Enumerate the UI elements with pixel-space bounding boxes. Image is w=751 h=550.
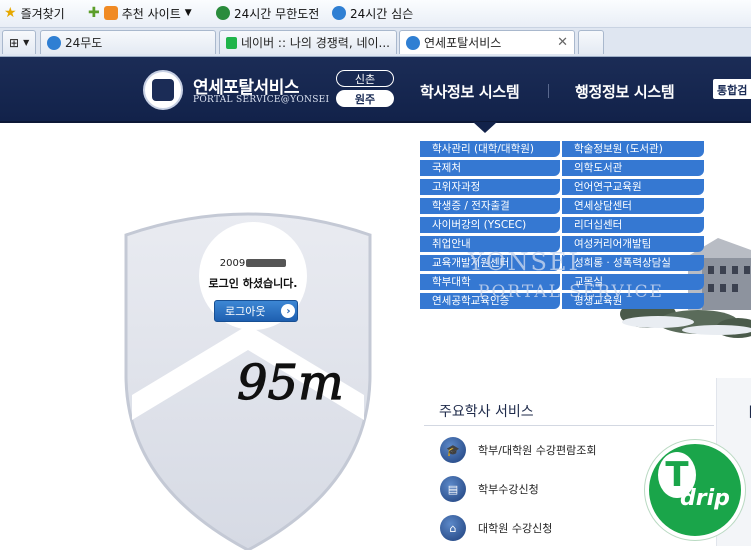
new-tab-button[interactable]	[578, 30, 604, 54]
nav-divider	[548, 84, 549, 98]
menu-item-executive-course[interactable]: 고위자과정	[420, 179, 560, 195]
menu-item-leadership-center[interactable]: 리더십센터	[562, 217, 704, 233]
add-favorite-icon: ✚	[88, 5, 100, 21]
campus-wonju-button[interactable]: 원주	[336, 90, 394, 107]
svg-text:95m: 95m	[237, 355, 344, 411]
close-tab-icon[interactable]: ✕	[557, 35, 568, 50]
page-icon	[216, 6, 230, 20]
tab-list-dropdown-icon: ▼	[23, 38, 30, 47]
tab-bar: ⊞ ▼ 24무도 네이버 :: 나의 경쟁력, 네이... 연세포탈서비스 ✕	[0, 28, 751, 57]
menu-item-language-institute[interactable]: 언어연구교육원	[562, 179, 704, 195]
logout-button[interactable]: 로그아웃 ›	[214, 300, 298, 322]
building-icon: ⌂	[440, 515, 466, 541]
seal-shield-icon	[152, 79, 174, 101]
favorites-button[interactable]: ★ 즐겨찾기	[4, 4, 65, 22]
tab-24mudo[interactable]: 24무도	[40, 30, 216, 54]
main-services-title: 주요학사 서비스	[439, 404, 534, 420]
menu-item-women-career[interactable]: 여성커리어개발팀	[562, 236, 704, 252]
recommended-sites-button[interactable]: ✚ 추천 사이트 ▼	[88, 4, 192, 22]
user-id: 2009	[218, 258, 288, 269]
favorite-link-2[interactable]: 24시간 심슨	[332, 4, 413, 22]
dropdown-arrow-icon: ▼	[184, 8, 192, 18]
favorite-link-1[interactable]: 24시간 무한도전	[216, 4, 319, 22]
star-icon: ★	[4, 5, 17, 21]
graduation-cap-icon: 🎓	[440, 437, 466, 463]
redacted-id-mark	[246, 259, 287, 267]
menu-item-harassment-counseling[interactable]: 성희롱 · 성폭력상담실	[562, 255, 704, 271]
quick-tabs-button[interactable]: ⊞ ▼	[2, 30, 36, 54]
book-icon: ▤	[440, 476, 466, 502]
brand-subtitle: PORTAL SERVICE@YONSEI	[193, 95, 330, 105]
right-panel-title-fragment: ㅣ	[744, 405, 751, 421]
service-course-catalog[interactable]: 🎓 학부/대학원 수강편람조회	[440, 437, 597, 463]
ie-page-icon	[406, 35, 420, 50]
watermark-portal-service: PORTAL SERVICE	[478, 282, 664, 302]
menu-item-library[interactable]: 학술정보원 (도서관)	[562, 141, 704, 157]
nav-admin-system[interactable]: 행정정보 시스템	[575, 81, 675, 102]
menu-item-cyber-lecture[interactable]: 사이버강의 (YSCEC)	[420, 217, 560, 233]
watermark-yonsei: YONSEI	[468, 248, 580, 276]
services-divider	[424, 425, 714, 426]
handwritten-scribble: 95m	[235, 345, 375, 415]
integrated-search-button[interactable]: 통합검	[713, 79, 751, 99]
nav-academic-system[interactable]: 학사정보 시스템	[420, 81, 520, 102]
menu-item-student-id[interactable]: 학생증 / 전자출결	[420, 198, 560, 214]
recommended-sites-icon	[103, 6, 118, 20]
quick-tabs-icon: ⊞	[9, 35, 20, 50]
campus-sinchon-button[interactable]: 신촌	[336, 70, 394, 87]
menu-item-academic-affairs[interactable]: 학사관리 (대학/대학원)	[420, 141, 560, 157]
service-undergrad-registration[interactable]: ▤ 학부수강신청	[440, 476, 539, 502]
menu-item-medical-library[interactable]: 의학도서관	[562, 160, 704, 176]
login-message: 로그인 하셨습니다.	[208, 277, 298, 290]
chevron-right-icon: ›	[281, 304, 296, 318]
service-grad-registration[interactable]: ⌂ 대학원 수강신청	[440, 515, 552, 541]
ie-page-icon	[47, 35, 61, 50]
favorites-bar: ★ 즐겨찾기 ✚ 추천 사이트 ▼ 24시간 무한도전 24시간 심슨	[0, 0, 751, 28]
tab-naver[interactable]: 네이버 :: 나의 경쟁력, 네이...	[219, 30, 397, 54]
naver-icon	[226, 36, 237, 49]
menu-pointer	[473, 122, 497, 133]
ie-page-icon	[332, 6, 346, 20]
menu-item-counseling-center[interactable]: 연세상담센터	[562, 198, 704, 214]
tdrip-text: drip	[680, 486, 730, 511]
menu-item-international[interactable]: 국제처	[420, 160, 560, 176]
tab-yonsei-portal[interactable]: 연세포탈서비스 ✕	[399, 30, 575, 54]
